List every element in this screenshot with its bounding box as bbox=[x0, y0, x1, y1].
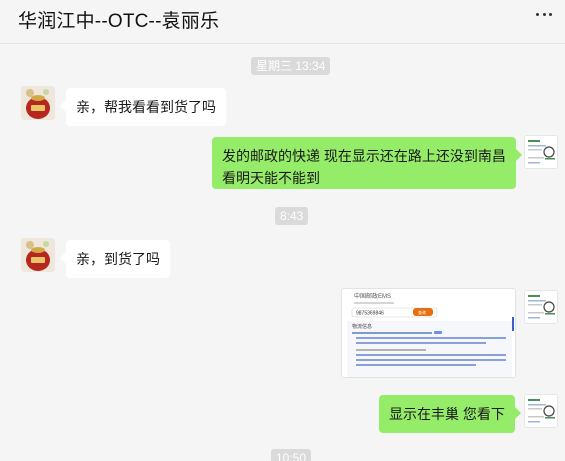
message-text: 亲，帮我看看到货了吗 bbox=[76, 99, 216, 115]
timestamp: 星期三 13:34 bbox=[251, 57, 331, 75]
my-avatar[interactable] bbox=[524, 394, 558, 428]
query-button: 查询 bbox=[418, 309, 426, 315]
message-text: 亲，到货了吗 bbox=[76, 251, 160, 267]
ems-brand: 中国邮政EMS bbox=[354, 292, 391, 300]
tracking-number: 9875369846 bbox=[356, 311, 384, 317]
logistics-section: 物流信息 bbox=[352, 323, 372, 330]
my-avatar[interactable] bbox=[524, 135, 558, 169]
image-message[interactable]: 中国邮政EMS 9875369846 查询 物流信息 bbox=[341, 288, 516, 378]
more-icon[interactable] bbox=[536, 13, 552, 17]
message-text-line: 看明天能不能到 bbox=[222, 170, 320, 186]
document-avatar-icon bbox=[525, 395, 557, 427]
chat-header: 华润江中--OTC--袁丽乐 bbox=[0, 0, 565, 44]
message-text: 显示在丰巢 您看下 bbox=[389, 406, 505, 422]
message-bubble-in[interactable]: 亲，到货了吗 bbox=[60, 240, 170, 278]
lucky-bag-icon bbox=[21, 86, 55, 120]
my-avatar[interactable] bbox=[524, 290, 558, 324]
message-bubble-out[interactable]: 发的邮政的快递 现在显示还在路上还没到南昌 看明天能不能到 bbox=[212, 137, 522, 189]
contact-avatar[interactable] bbox=[21, 86, 55, 120]
document-avatar-icon bbox=[525, 291, 557, 323]
message-bubble-in[interactable]: 亲，帮我看看到货了吗 bbox=[60, 88, 226, 126]
contact-avatar[interactable] bbox=[21, 238, 55, 272]
message-bubble-out[interactable]: 显示在丰巢 您看下 bbox=[379, 395, 521, 433]
timestamp: 8:43 bbox=[275, 207, 309, 225]
lucky-bag-icon bbox=[21, 238, 55, 272]
timestamp: 10:50 bbox=[271, 449, 312, 461]
tracking-screenshot: 中国邮政EMS 9875369846 查询 物流信息 bbox=[342, 289, 515, 377]
chat-title: 华润江中--OTC--袁丽乐 bbox=[18, 11, 220, 32]
document-avatar-icon bbox=[525, 136, 557, 168]
message-text-line: 发的邮政的快递 现在显示还在路上还没到南昌 bbox=[222, 148, 506, 164]
